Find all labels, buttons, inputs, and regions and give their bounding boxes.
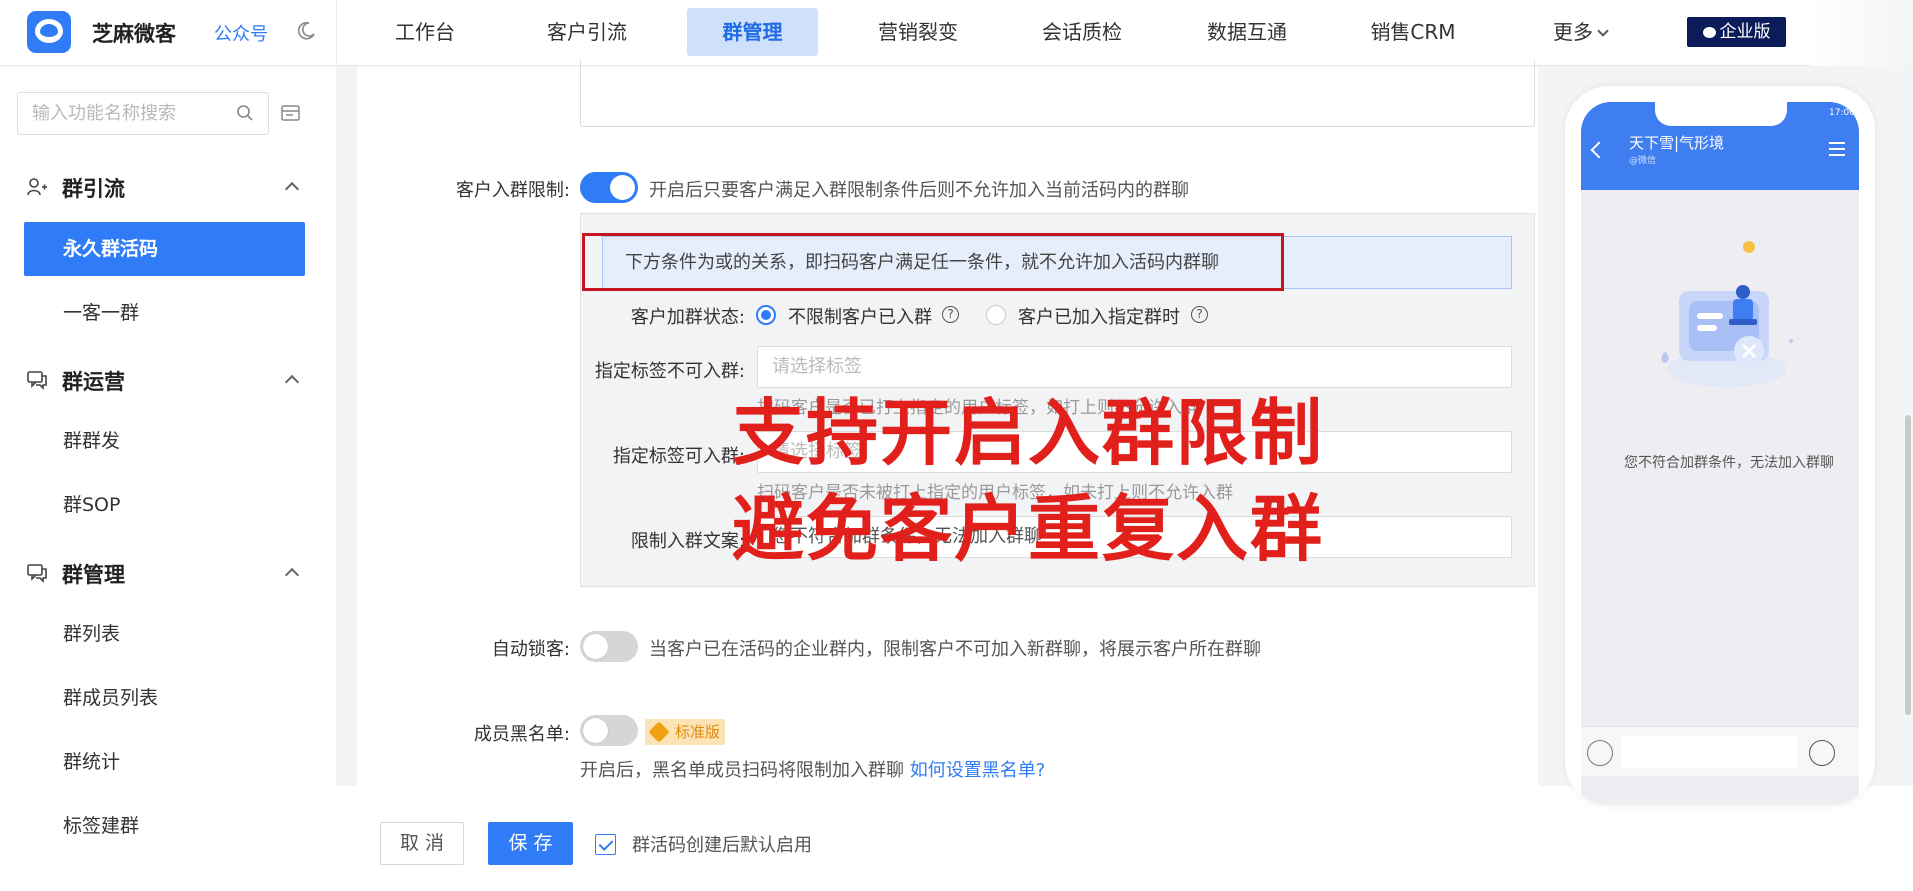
diamond-icon — [648, 721, 670, 743]
auto-lock-hint: 当客户已在活码的企业群内，限制客户不可加入新群聊，将展示客户所在群聊 — [649, 639, 1261, 660]
edition-badge[interactable]: 企业版 — [1687, 17, 1786, 47]
auto-lock-label: 自动锁客: — [491, 639, 570, 660]
topbar-fade — [1810, 0, 1913, 66]
nav-more-label: 更多 — [1553, 20, 1593, 44]
highlight-frame — [582, 233, 1284, 291]
blacklist-hint: 开启后，黑名单成员扫码将限制加入群聊 如何设置黑名单? — [580, 756, 1045, 782]
blacklist-label: 成员黑名单: — [473, 724, 570, 745]
blacklist-hint-text: 开启后，黑名单成员扫码将限制加入群聊 — [580, 760, 904, 781]
join-limit-hint: 开启后只要客户满足入群限制条件后则不允许加入当前活码内的群聊 — [649, 180, 1189, 201]
sidebar-group-title[interactable]: 群管理 — [62, 559, 125, 589]
sidebar-item-permanent-qrcode[interactable]: 永久群活码 — [24, 222, 305, 276]
radio-joined-specified[interactable] — [986, 305, 1006, 325]
join-status-label: 客户加群状态: — [630, 307, 745, 328]
overlay-text-line2: 避免客户重复入群 — [732, 487, 1325, 571]
radio-unlimited-label[interactable]: 不限制客户已入群 — [788, 303, 932, 329]
scrollbar-thumb[interactable] — [1905, 415, 1911, 715]
tag-allow-label: 指定标签可入群: — [612, 446, 745, 467]
blacklist-help-link[interactable]: 如何设置黑名单? — [910, 760, 1046, 781]
chevron-down-icon — [1597, 25, 1609, 37]
sidebar-item-group-list[interactable]: 群列表 — [24, 607, 305, 661]
nav-more[interactable]: 更多 — [1535, 8, 1625, 56]
chevron-up-icon[interactable] — [284, 181, 300, 197]
phone-chat-subtitle: @微信 — [1629, 156, 1657, 166]
sidebar: 群引流 永久群活码 一客一群 群运营 群群发 群SOP 群管理 群列表 群成员列… — [0, 67, 336, 891]
phone-deny-message: 您不符合加群条件，无法加入群聊 — [1624, 455, 1834, 471]
nav-customer-acquisition[interactable]: 客户引流 — [537, 8, 637, 56]
phone-notch — [1655, 102, 1787, 126]
search-icon[interactable] — [236, 104, 254, 122]
sidebar-search — [17, 92, 269, 135]
nav-workbench[interactable]: 工作台 — [375, 8, 475, 56]
previous-field-box — [580, 60, 1535, 127]
auto-lock-switch[interactable] — [580, 631, 638, 662]
calendar-add-icon[interactable] — [280, 103, 302, 125]
sidebar-group-title[interactable]: 群引流 — [62, 173, 125, 203]
phone-preview: 17:00 天下雪|气形境 @微信 您不符合加群条件，无法加入群聊 — [1565, 86, 1875, 805]
blacklist-switch[interactable] — [580, 715, 638, 746]
nav-group-management[interactable]: 群管理 — [687, 8, 818, 56]
chat-bubble-icon — [1702, 27, 1716, 38]
topbar-divider — [336, 0, 337, 66]
default-enable-label[interactable]: 群活码创建后默认启用 — [632, 831, 812, 857]
nav-marketing-fission[interactable]: 营销裂变 — [868, 8, 968, 56]
sidebar-item-tag-create-group[interactable]: 标签建群 — [24, 799, 305, 853]
tag-forbid-label: 指定标签不可入群: — [594, 361, 745, 382]
overlay-text-line1: 支持开启入群限制 — [732, 391, 1325, 475]
top-navbar: 芝麻微客 公众号 工作台 客户引流 群管理 营销裂变 会话质检 数据互通 销售C… — [0, 0, 1913, 66]
brand-name: 芝麻微客 — [92, 22, 176, 46]
cancel-button[interactable]: 取 消 — [380, 822, 464, 865]
nav-sales-crm[interactable]: 销售CRM — [1358, 8, 1468, 56]
phone-status-time: 17:00 — [1829, 108, 1855, 118]
voice-icon — [1587, 740, 1613, 766]
sidebar-item-group-stats[interactable]: 群统计 — [24, 735, 305, 789]
menu-icon — [1829, 142, 1845, 156]
badge-label: 标准版 — [675, 723, 721, 741]
join-limit-switch[interactable] — [580, 172, 638, 203]
user-add-icon — [27, 178, 47, 196]
standard-edition-badge: 标准版 — [645, 719, 726, 745]
radio-unlimited[interactable] — [756, 305, 776, 325]
phone-text-field — [1621, 736, 1797, 768]
sidebar-item-one-customer-one-group[interactable]: 一客一群 — [24, 286, 305, 340]
app-logo[interactable] — [27, 11, 71, 53]
page-scrollbar[interactable] — [1903, 67, 1913, 717]
chevron-up-icon[interactable] — [284, 567, 300, 583]
join-denied-illustration — [1661, 241, 1793, 387]
chat-icon — [27, 564, 47, 583]
sidebar-item-group-member-list[interactable]: 群成员列表 — [24, 671, 305, 725]
default-enable-checkbox[interactable] — [595, 834, 616, 855]
gzh-link[interactable]: 公众号 — [214, 20, 268, 46]
phone-chat-title: 天下雪|气形境 — [1629, 134, 1725, 152]
nav-session-inspection[interactable]: 会话质检 — [1032, 8, 1132, 56]
sidebar-item-group-sop[interactable]: 群SOP — [24, 478, 305, 532]
moon-icon[interactable] — [296, 21, 316, 41]
help-icon[interactable]: ? — [1191, 306, 1208, 323]
join-limit-label: 客户入群限制: — [455, 180, 570, 201]
help-icon[interactable]: ? — [942, 306, 959, 323]
search-input[interactable] — [32, 93, 232, 134]
radio-joined-specified-label[interactable]: 客户已加入指定群时 — [1018, 303, 1180, 329]
sidebar-item-group-broadcast[interactable]: 群群发 — [24, 414, 305, 468]
edition-label: 企业版 — [1719, 22, 1771, 42]
nav-data-interop[interactable]: 数据互通 — [1197, 8, 1297, 56]
chat-icon — [27, 371, 47, 390]
emoji-icon — [1809, 740, 1835, 766]
sidebar-group-title[interactable]: 群运营 — [62, 366, 125, 396]
chevron-up-icon[interactable] — [284, 374, 300, 390]
limit-text-label: 限制入群文案: — [630, 531, 745, 552]
save-button[interactable]: 保 存 — [488, 822, 573, 865]
